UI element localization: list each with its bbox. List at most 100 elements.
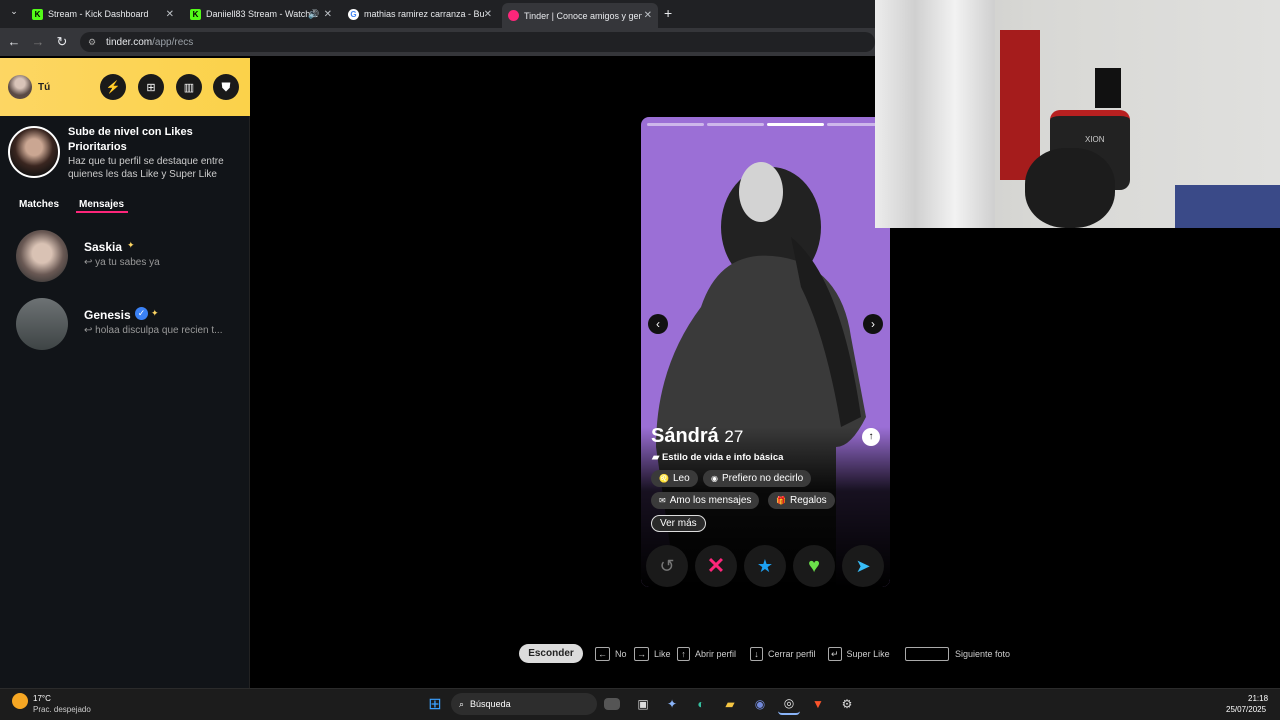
previous-photo-button[interactable]: ‹ (648, 314, 668, 334)
url-path: /app/recs (152, 36, 194, 48)
nope-button[interactable]: ✕ (695, 545, 737, 587)
hint-next-photo: Siguiente foto (905, 646, 1010, 662)
avatar (16, 298, 68, 350)
photo-progress-segment (767, 123, 824, 126)
user-avatar[interactable] (8, 75, 32, 99)
explore-button[interactable]: ⊞ (138, 74, 164, 100)
app-icon[interactable]: ⚙ (836, 693, 858, 715)
promo-avatar[interactable] (8, 126, 60, 178)
like-badge-icon: ✦ (151, 308, 159, 318)
kick-icon: K (190, 8, 201, 20)
tab-tinder[interactable]: Tinder | Conoce amigos y gente ✕ (502, 3, 658, 28)
brave-icon[interactable]: ▼ (807, 693, 829, 715)
message-preview: ↩ holaa disculpa que recien t... (84, 325, 223, 336)
clock-time[interactable]: 21:18 (1248, 694, 1268, 703)
tab-list-button[interactable]: ⌄ (6, 6, 22, 22)
search-icon: ⌕ (459, 698, 465, 709)
reload-icon[interactable]: ↻ (54, 34, 70, 50)
profile-name: Sándrá 27 (651, 425, 744, 447)
profile-card[interactable]: ‹ › ↑ Sándrá 27 ▰ Estilo de vida e info … (641, 117, 890, 587)
enter-key-icon: ↵ (828, 647, 842, 661)
close-tab-icon[interactable]: ✕ (166, 9, 174, 20)
tab-mensajes[interactable]: Mensajes (79, 199, 124, 210)
space-key-icon (905, 647, 949, 661)
edge-icon[interactable]: ◐ (690, 693, 712, 715)
boost-send-button[interactable]: ➤ (842, 545, 884, 587)
url-host: tinder.com (106, 36, 153, 48)
weather-icon[interactable] (12, 693, 28, 709)
tab-matches[interactable]: Matches (19, 199, 59, 210)
message-preview: ↩ ya tu sabes ya (84, 257, 160, 268)
like-badge-icon: ✦ (127, 240, 135, 250)
safety-button[interactable]: ⛊ (213, 74, 239, 100)
site-info-icon[interactable]: ⚙ (88, 37, 96, 48)
heart-icon: ♥ (808, 554, 820, 577)
zodiac-icon: ♌ (659, 474, 669, 483)
person-head (1025, 148, 1115, 228)
discord-icon[interactable]: ◉ (749, 693, 771, 715)
chip-zodiac: ♌ Leo (651, 470, 698, 487)
windows-start-icon[interactable]: ⊞ (424, 693, 446, 715)
close-icon: ✕ (706, 553, 726, 578)
photo-progress (647, 123, 884, 126)
photo-progress-segment (647, 123, 704, 126)
weather-temp[interactable]: 17°C (33, 694, 51, 703)
tab-google-search[interactable]: G mathias ramirez carranza - Bus ✕ (342, 3, 498, 25)
curtain (875, 0, 995, 228)
send-icon: ➤ (855, 555, 871, 576)
chip-communication: ✉ Amo los mensajes (651, 492, 760, 509)
see-more-button[interactable]: Ver más (651, 515, 706, 532)
clock-date[interactable]: 25/07/2025 (1226, 705, 1266, 714)
rewind-button[interactable]: ↺ (646, 545, 688, 587)
url-bar[interactable]: ⚙ tinder.com/app/recs (80, 32, 875, 52)
tab-kick-stream[interactable]: K Daniiell83 Stream - Watch L 🔊 ✕ (184, 3, 338, 25)
chair-logo: XION (1085, 135, 1105, 144)
promo-title[interactable]: Sube de nivel con Likes Prioritarios (68, 125, 238, 155)
like-button[interactable]: ♥ (793, 545, 835, 587)
star-icon: ★ (756, 555, 774, 576)
task-view-icon[interactable] (604, 698, 620, 710)
monitor (1095, 68, 1121, 108)
gift-icon: 🎁 (776, 496, 786, 505)
hide-hints-button[interactable]: Esconder (519, 644, 583, 663)
super-like-button[interactable]: ★ (744, 545, 786, 587)
weather-desc: Prac. despejado (33, 705, 91, 714)
tab-kick-dashboard[interactable]: K Stream - Kick Dashboard ✕ (26, 3, 180, 25)
hint-no: ← No (595, 646, 627, 662)
contact-name: Genesis (84, 308, 131, 322)
active-tab-indicator (76, 211, 128, 213)
boost-button[interactable]: ⚡ (100, 74, 126, 100)
chrome-icon[interactable]: ◎ (778, 693, 800, 715)
store-icon[interactable]: ▣ (632, 693, 654, 715)
new-tab-button[interactable]: + (664, 5, 672, 21)
profile-section-title: ▰ Estilo de vida e info básica (652, 452, 784, 463)
up-arrow-key-icon: ↑ (677, 647, 690, 661)
briefcase-icon: ▥ (183, 81, 195, 94)
left-arrow-key-icon: ← (595, 647, 610, 661)
message-row-genesis[interactable]: Genesis ✓ ✦ ↩ holaa disculpa que recien … (0, 293, 249, 355)
close-tab-icon[interactable]: ✕ (484, 9, 492, 20)
user-label[interactable]: Tú (38, 82, 50, 93)
shield-icon: ⛊ (221, 79, 231, 94)
webcam-overlay: XION (875, 0, 1280, 228)
kick-icon: K (32, 8, 43, 20)
file-explorer-icon[interactable]: ▰ (719, 693, 741, 715)
hint-close: ↓ Cerrar perfil (750, 646, 816, 662)
taskbar-search[interactable]: ⌕ Búsqueda (451, 693, 597, 715)
chip-pronoun: ◉ Prefiero no decirlo (703, 470, 812, 487)
message-row-saskia[interactable]: Saskia ✦ ↩ ya tu sabes ya (0, 225, 249, 287)
photo-progress-segment (707, 123, 764, 126)
back-icon[interactable]: ← (6, 34, 22, 49)
explore-icon: ⊞ (146, 81, 156, 94)
next-photo-button[interactable]: › (863, 314, 883, 334)
close-tab-icon[interactable]: ✕ (324, 9, 332, 20)
forward-icon[interactable]: → (30, 34, 46, 49)
copilot-icon[interactable]: ✦ (661, 693, 683, 715)
speaker-icon[interactable]: 🔊 (308, 9, 319, 20)
hint-open: ↑ Abrir perfil (677, 646, 736, 662)
close-tab-icon[interactable]: ✕ (644, 10, 652, 21)
open-profile-button[interactable]: ↑ (862, 428, 880, 446)
gifts-button[interactable]: ▥ (176, 74, 202, 100)
lightning-icon: ⚡ (105, 80, 121, 94)
tinder-icon (508, 10, 519, 21)
